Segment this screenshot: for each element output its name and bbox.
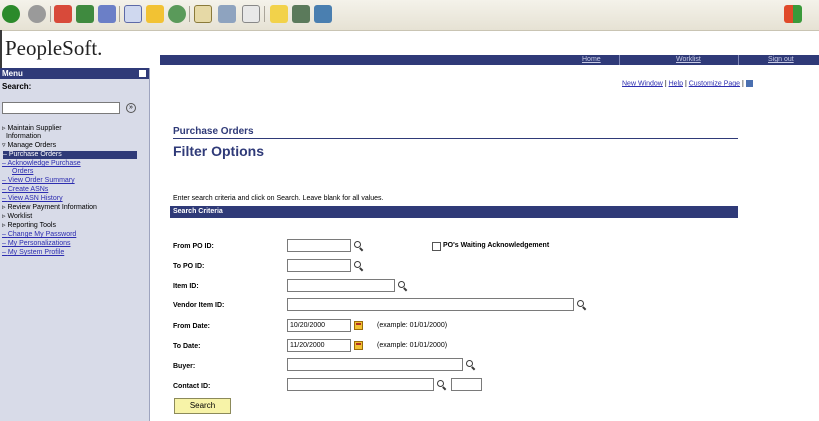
to-po-id-label: To PO ID:: [173, 263, 205, 270]
page-options-icon[interactable]: [745, 80, 753, 87]
contact-id-lookup-icon[interactable]: [437, 380, 446, 389]
collapse-menu-icon[interactable]: [139, 70, 146, 77]
to-date-label: To Date:: [173, 343, 201, 350]
nav-home-link[interactable]: Home: [582, 56, 601, 63]
buyer-label: Buyer:: [173, 363, 196, 370]
nav-signout-link[interactable]: Sign out: [768, 56, 794, 63]
buyer-input[interactable]: [287, 358, 463, 371]
help-link[interactable]: Help: [669, 80, 683, 87]
vendor-item-id-lookup-icon[interactable]: [577, 300, 586, 309]
home-icon[interactable]: [98, 5, 116, 23]
menu-item-purchase-orders[interactable]: – Purchase Orders: [3, 151, 137, 159]
menu-item-manage-orders[interactable]: ▿ Manage Orders: [2, 142, 56, 150]
menu-item-acknowledge-po[interactable]: – Acknowledge Purchase: [2, 160, 81, 168]
search-button[interactable]: Search: [174, 398, 231, 414]
menu-item-view-asn-history[interactable]: – View ASN History: [2, 195, 63, 203]
from-date-label: From Date:: [173, 323, 210, 330]
to-date-example: (example: 01/01/2000): [377, 342, 448, 349]
vendor-item-id-label: Vendor Item ID:: [173, 302, 225, 309]
people-icon[interactable]: [314, 5, 332, 23]
forward-icon[interactable]: [28, 5, 46, 23]
left-menu-pane: Menu Search: » ▹ Maintain Supplier Infor…: [0, 68, 150, 421]
folder-icon[interactable]: [270, 5, 288, 23]
menu-header: Menu: [0, 68, 149, 79]
utility-links: New Window | Help | Customize Page |: [622, 80, 753, 87]
menu-item-create-asns[interactable]: – Create ASNs: [2, 186, 48, 194]
browser-toolbar: [0, 0, 819, 31]
item-id-input[interactable]: [287, 279, 395, 292]
mail-icon[interactable]: [194, 5, 212, 23]
breadcrumb-divider: [173, 138, 738, 139]
menu-item-reporting-tools[interactable]: ▹ Reporting Tools: [2, 222, 56, 230]
favorites-icon[interactable]: [146, 5, 164, 23]
menu-item-acknowledge-po-cont[interactable]: Orders: [12, 168, 33, 176]
history-icon[interactable]: [168, 5, 186, 23]
from-date-example: (example: 01/01/2000): [377, 322, 448, 329]
customize-page-link[interactable]: Customize Page: [689, 80, 740, 87]
search-icon[interactable]: [124, 5, 142, 23]
nav-worklist-link[interactable]: Worklist: [676, 56, 701, 63]
menu-search-label: Search:: [2, 82, 32, 91]
back-icon[interactable]: [2, 5, 20, 23]
menu-item-view-order-summary[interactable]: – View Order Summary: [2, 177, 75, 185]
item-id-label: Item ID:: [173, 283, 199, 290]
top-navigation-bar: Home Worklist Sign out: [160, 55, 819, 65]
contact-id-extra-input[interactable]: [451, 378, 482, 391]
to-po-id-lookup-icon[interactable]: [354, 261, 363, 270]
print-icon[interactable]: [218, 5, 236, 23]
from-po-id-input[interactable]: [287, 239, 351, 252]
to-po-id-input[interactable]: [287, 259, 351, 272]
from-po-id-lookup-icon[interactable]: [354, 241, 363, 250]
menu-item-worklist[interactable]: ▹ Worklist: [2, 213, 32, 221]
instructions-text: Enter search criteria and click on Searc…: [173, 195, 384, 202]
search-criteria-header: Search Criteria: [170, 206, 738, 218]
menu-item-review-payment[interactable]: ▹ Review Payment Information: [2, 204, 97, 212]
from-po-id-label: From PO ID:: [173, 243, 214, 250]
page-title: Filter Options: [173, 143, 264, 159]
to-date-input[interactable]: [287, 339, 351, 352]
menu-item-system-profile[interactable]: – My System Profile: [2, 249, 64, 257]
to-date-calendar-icon[interactable]: [354, 341, 363, 350]
menu-item-change-password[interactable]: – Change My Password: [2, 231, 76, 239]
item-id-lookup-icon[interactable]: [398, 281, 407, 290]
from-date-input[interactable]: [287, 319, 351, 332]
contact-id-input[interactable]: [287, 378, 434, 391]
menu-item-maintain-supplier[interactable]: ▹ Maintain Supplier: [2, 125, 62, 133]
menu-item-personalizations[interactable]: – My Personalizations: [2, 240, 70, 248]
peoplesoft-logo: PeopleSoft.: [5, 36, 103, 60]
menu-search-input[interactable]: [2, 102, 120, 114]
po-waiting-acknowledgement-label: PO's Waiting Acknowledgement: [443, 242, 550, 249]
new-window-link[interactable]: New Window: [622, 80, 663, 87]
contact-id-label: Contact ID:: [173, 383, 211, 390]
refresh-icon[interactable]: [76, 5, 94, 23]
messenger-icon[interactable]: [292, 5, 310, 23]
breadcrumb: Purchase Orders: [173, 126, 254, 137]
vendor-item-id-input[interactable]: [287, 298, 574, 311]
from-date-calendar-icon[interactable]: [354, 321, 363, 330]
po-waiting-acknowledgement-checkbox[interactable]: [432, 242, 441, 251]
buyer-lookup-icon[interactable]: [466, 360, 475, 369]
windows-logo-icon: [784, 5, 802, 23]
menu-item-maintain-supplier-cont[interactable]: Information: [2, 133, 41, 141]
edit-icon[interactable]: [242, 5, 260, 23]
stop-icon[interactable]: [54, 5, 72, 23]
menu-title: Menu: [2, 69, 23, 78]
menu-search-go-icon[interactable]: »: [126, 103, 136, 113]
